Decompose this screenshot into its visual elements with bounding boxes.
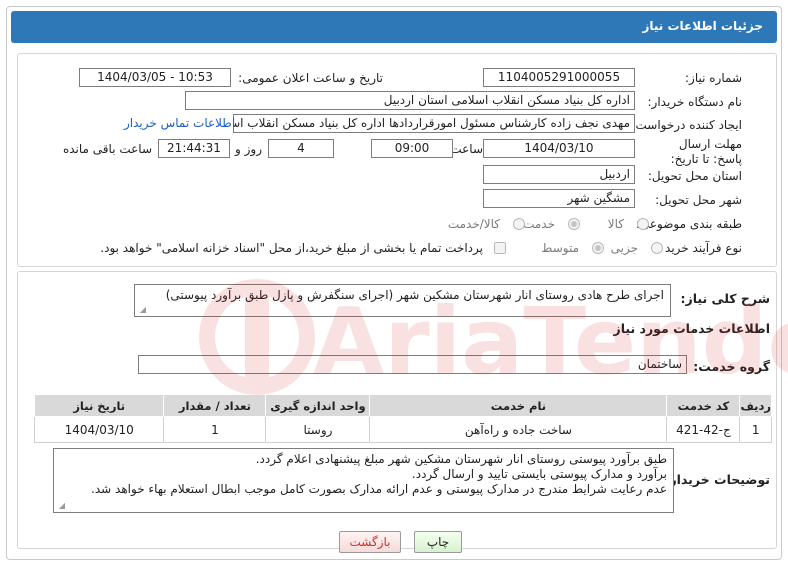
deadline-date-field[interactable]: 1404/03/10 [483, 139, 635, 158]
buyer-note-line: عدم رعایت شرایط مندرج در مدارک پیوستی و … [91, 482, 667, 496]
creator-field[interactable]: مهدی نجف زاده کارشناس مسئول امورقرارداده… [233, 114, 635, 133]
process-radio-medium[interactable] [592, 242, 604, 254]
process-label: نوع فرآیند خرید : [657, 241, 742, 255]
province-field[interactable]: اردبیل [483, 165, 635, 184]
buyer-notes-label: توضیحات خریدار: [664, 472, 770, 487]
buyer-contact-link[interactable]: اطلاعات تماس خریدار [124, 116, 235, 130]
buyer-org-field[interactable]: اداره کل بنیاد مسکن انقلاب اسلامی استان … [185, 91, 635, 110]
back-button[interactable]: بازگشت [339, 531, 401, 553]
process-option-minor: جزیی [610, 241, 638, 255]
summary-label: شرح کلی نیاز: [680, 291, 770, 306]
table-header-row: ردیف کد خدمت نام خدمت واحد اندازه گیری ت… [33, 394, 772, 417]
category-option-service: خدمت [523, 217, 555, 231]
deadline-time-field[interactable]: 09:00 [371, 139, 453, 158]
cell-unit: روستا [265, 416, 371, 443]
cell-service-code: ج-42-421 [666, 416, 741, 443]
deadline-time-label: ساعت [450, 142, 483, 156]
buyer-notes-textarea[interactable]: طبق برآورد پیوستی روستای انار شهرستان مش… [53, 448, 674, 513]
table-row: 1 ج-42-421 ساخت جاده و راه‌آهن روستا 1 1… [33, 416, 772, 443]
panel-header: جزئیات اطلاعات نیاز [11, 11, 777, 43]
column-header-need-date: تاریخ نیاز [33, 394, 165, 417]
column-header-unit: واحد اندازه گیری [265, 394, 371, 417]
creator-label: ایجاد کننده درخواست: [631, 118, 742, 132]
treasury-payment-note: پرداخت تمام یا بخشی از مبلغ خرید،از محل … [100, 241, 483, 255]
announce-date-field[interactable]: 1404/03/05 - 10:53 [79, 68, 231, 87]
page-title: جزئیات اطلاعات نیاز [642, 19, 763, 33]
column-header-row-number: ردیف [739, 394, 772, 417]
process-option-medium: متوسط [541, 241, 579, 255]
buyer-org-label: نام دستگاه خریدار: [647, 95, 743, 109]
category-radio-goods[interactable] [637, 218, 649, 230]
service-group-label: گروه خدمت: [693, 359, 770, 374]
category-option-goods: کالا [607, 217, 624, 231]
process-radio-minor[interactable] [651, 242, 663, 254]
cell-service-name: ساخت جاده و راه‌آهن [369, 416, 668, 443]
cell-row-number: 1 [739, 416, 772, 443]
need-number-field[interactable]: 1104005291000055 [483, 68, 635, 87]
buyer-note-line: طبق برآورد پیوستی روستای انار شهرستان مش… [255, 452, 667, 466]
services-table: ردیف کد خدمت نام خدمت واحد اندازه گیری ت… [33, 394, 772, 443]
summary-textarea[interactable]: اجرای طرح هادی روستای انار شهرستان مشکین… [134, 284, 671, 317]
services-section-title: اطلاعات خدمات مورد نیاز [613, 321, 771, 336]
column-header-quantity: تعداد / مقدار [163, 394, 267, 417]
buyer-note-line: برآورد و مدارک پیوستی بایستی تایید و ارس… [411, 467, 667, 481]
cell-quantity: 1 [163, 416, 267, 443]
resize-grip-icon[interactable]: ◢ [138, 306, 146, 314]
category-radio-service[interactable] [568, 218, 580, 230]
category-option-goods-service: کالا/خدمت [447, 217, 500, 231]
city-label: شهر محل تحویل: [655, 193, 742, 207]
resize-grip-icon[interactable]: ◢ [57, 502, 65, 510]
treasury-payment-checkbox[interactable] [494, 242, 506, 254]
days-remaining-field[interactable]: 4 [268, 139, 334, 158]
deadline-label: مهلت ارسال پاسخ: تا تاریخ: [670, 137, 742, 166]
need-number-label: شماره نیاز: [685, 71, 742, 85]
summary-text: اجرای طرح هادی روستای انار شهرستان مشکین… [165, 288, 664, 302]
days-label: روز و [235, 142, 262, 156]
category-label: طبقه بندی موضوعی: [635, 217, 742, 231]
print-button[interactable]: چاپ [414, 531, 462, 553]
remaining-time-label: ساعت باقی مانده [62, 142, 152, 156]
column-header-service-code: کد خدمت [666, 394, 741, 417]
category-radio-goods-service[interactable] [513, 218, 525, 230]
remaining-time-field[interactable]: 21:44:31 [158, 139, 230, 158]
city-field[interactable]: مشگین شهر [483, 189, 635, 208]
column-header-service-name: نام خدمت [369, 394, 668, 417]
service-group-field[interactable]: ساختمان [138, 355, 687, 374]
province-label: استان محل تحویل: [647, 169, 742, 183]
announce-label: تاریخ و ساعت اعلان عمومی: [238, 71, 383, 85]
cell-need-date: 1404/03/10 [33, 416, 165, 443]
